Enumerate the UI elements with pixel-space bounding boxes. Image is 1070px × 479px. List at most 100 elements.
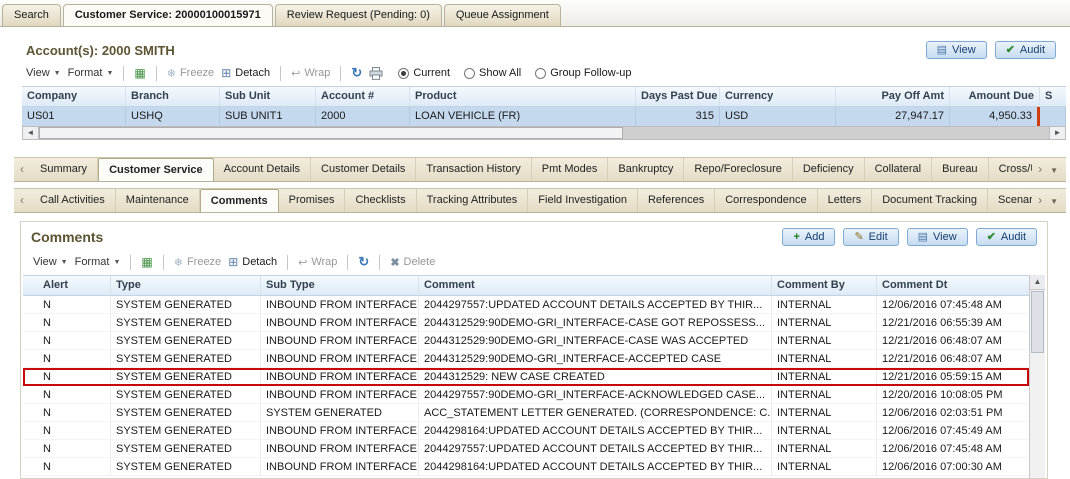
view-button[interactable]: ▤ View xyxy=(906,228,968,246)
comments-col-comment[interactable]: Comment xyxy=(419,276,772,295)
account-cell-branch: USHQ xyxy=(126,107,220,126)
tabs-scroll-right-icon[interactable]: › xyxy=(1032,158,1048,181)
subtabs-scroll-right-icon[interactable]: › xyxy=(1032,189,1048,212)
comment-row[interactable]: N SYSTEM GENERATED INBOUND FROM INTERFACE 2… xyxy=(23,440,1029,458)
comment-row[interactable]: N SYSTEM GENERATED INBOUND FROM INTERFACE 2… xyxy=(23,458,1029,476)
service-tab-summary[interactable]: Summary xyxy=(30,158,99,181)
comments-wrap-button[interactable]: ↩ Wrap xyxy=(298,256,337,269)
horizontal-scrollbar-thumb[interactable] xyxy=(39,127,623,139)
delete-button[interactable]: ✖ Delete xyxy=(390,256,435,269)
subtab-comments[interactable]: Comments xyxy=(199,189,279,212)
account-cell-account: 2000 xyxy=(316,107,410,126)
comments-view-menu[interactable]: View ▼ xyxy=(33,256,68,268)
comments-col-comment-by[interactable]: Comment By xyxy=(772,276,877,295)
account-col-currency[interactable]: Currency xyxy=(720,87,836,106)
comments-col-alert[interactable]: Alert xyxy=(23,276,111,295)
comment-row-highlighted[interactable]: N SYSTEM GENERATED INBOUND FROM INTERFACE 2… xyxy=(23,368,1029,386)
subtab-scenario-an[interactable]: Scenario An xyxy=(988,189,1032,212)
comments-detach-label: Detach xyxy=(242,256,278,268)
service-tab-cross-up-sell-ac[interactable]: Cross/Up Sell Ac xyxy=(989,158,1033,181)
comments-col-comment-dt[interactable]: Comment Dt xyxy=(877,276,1029,295)
comments-detach-button[interactable]: ⊞ Detach xyxy=(228,255,277,269)
account-col-sub-unit[interactable]: Sub Unit xyxy=(220,87,316,106)
comment-row[interactable]: N SYSTEM GENERATED INBOUND FROM INTERFACE 2… xyxy=(23,332,1029,350)
comments-refresh-icon[interactable]: ↻ xyxy=(358,254,369,270)
comments-format-menu[interactable]: Format ▼ xyxy=(75,256,121,268)
account-col-s[interactable]: S xyxy=(1040,87,1066,106)
comments-subtabs: Call Activities Maintenance Comments Promis… xyxy=(30,189,1032,212)
account-cell-s xyxy=(1040,107,1066,126)
service-tab-bankruptcy[interactable]: Bankruptcy xyxy=(608,158,685,181)
service-tab-deficiency[interactable]: Deficiency xyxy=(793,158,865,181)
format-menu[interactable]: Format ▼ xyxy=(68,67,114,79)
scroll-left-icon[interactable]: ◄ xyxy=(23,127,39,139)
comment-row[interactable]: N SYSTEM GENERATED INBOUND FROM INTERFACE 2… xyxy=(23,296,1029,314)
edit-button[interactable]: ✎ Edit xyxy=(843,228,899,246)
wrap-button[interactable]: ↩ Wrap xyxy=(291,67,330,80)
vertical-scrollbar-thumb[interactable] xyxy=(1031,291,1044,353)
add-button[interactable]: + Add xyxy=(782,228,836,246)
freeze-button[interactable]: ❄ Freeze xyxy=(167,67,214,80)
main-tab-queue-assignment[interactable]: Queue Assignment xyxy=(443,4,561,26)
export-icon[interactable]: ▦ xyxy=(134,66,145,80)
account-col-product[interactable]: Product xyxy=(410,87,636,106)
account-col-company[interactable]: Company xyxy=(22,87,126,106)
subtab-document-tracking[interactable]: Document Tracking xyxy=(872,189,988,212)
account-row[interactable]: US01 USHQ SUB UNIT1 2000 LOAN VEHICLE (FR) 31… xyxy=(22,107,1066,126)
service-tab-repo-foreclosure[interactable]: Repo/Foreclosure xyxy=(684,158,793,181)
subtab-maintenance[interactable]: Maintenance xyxy=(116,189,200,212)
subtab-correspondence[interactable]: Correspondence xyxy=(715,189,818,212)
service-tab-pmt-modes[interactable]: Pmt Modes xyxy=(532,158,609,181)
subtab-references[interactable]: References xyxy=(638,189,716,212)
subtab-field-investigation[interactable]: Field Investigation xyxy=(528,189,638,212)
subtab-tracking-attributes[interactable]: Tracking Attributes xyxy=(417,189,529,212)
detach-label: Detach xyxy=(235,67,271,79)
service-tab-transaction-history[interactable]: Transaction History xyxy=(416,158,532,181)
view-menu[interactable]: View ▼ xyxy=(26,67,61,79)
service-tab-collateral[interactable]: Collateral xyxy=(865,158,933,181)
tabs-scroll-left-icon[interactable]: ‹ xyxy=(14,158,30,181)
account-col-account[interactable]: Account # xyxy=(316,87,410,106)
service-tab-customer-details[interactable]: Customer Details xyxy=(311,158,417,181)
audit-button[interactable]: ✔ Audit xyxy=(975,228,1037,246)
comment-row[interactable]: N SYSTEM GENERATED INBOUND FROM INTERFACE 2… xyxy=(23,314,1029,332)
comments-col-sub-type[interactable]: Sub Type xyxy=(261,276,419,295)
account-audit-button[interactable]: ✔ Audit xyxy=(994,41,1056,59)
horizontal-scrollbar-track[interactable] xyxy=(623,127,1049,139)
service-tab-customer-service[interactable]: Customer Service xyxy=(98,158,214,181)
filter-group-follow-up[interactable]: Group Follow-up xyxy=(535,67,632,79)
account-col-amount-due[interactable]: Amount Due xyxy=(950,87,1040,106)
comment-row[interactable]: N SYSTEM GENERATED INBOUND FROM INTERFACE 2… xyxy=(23,350,1029,368)
comment-row[interactable]: N SYSTEM GENERATED SYSTEM GENERATED ACC_STA… xyxy=(23,404,1029,422)
comment-row[interactable]: N SYSTEM GENERATED INBOUND FROM INTERFACE 2… xyxy=(23,386,1029,404)
subtab-checklists[interactable]: Checklists xyxy=(345,189,417,212)
tabs-overflow-icon[interactable]: ▼ xyxy=(1048,158,1066,181)
main-tab-search[interactable]: Search xyxy=(2,4,61,26)
comments-col-type[interactable]: Type xyxy=(111,276,261,295)
filter-label: Show All xyxy=(479,67,522,79)
subtab-call-activities[interactable]: Call Activities xyxy=(30,189,116,212)
account-col-pay-off-amt[interactable]: Pay Off Amt xyxy=(836,87,950,106)
comments-freeze-button[interactable]: ❄ Freeze xyxy=(174,256,221,269)
comment-dt: 12/06/2016 07:45:48 AM xyxy=(877,296,1029,314)
subtab-letters[interactable]: Letters xyxy=(818,189,873,212)
main-tab-review-request-pending-0[interactable]: Review Request (Pending: 0) xyxy=(274,4,442,26)
service-tab-bureau[interactable]: Bureau xyxy=(932,158,989,181)
detach-button[interactable]: ⊞ Detach xyxy=(221,66,270,80)
comment-row[interactable]: N SYSTEM GENERATED INBOUND FROM INTERFACE 2… xyxy=(23,422,1029,440)
account-view-button[interactable]: ▤ View xyxy=(925,41,987,59)
filter-current[interactable]: Current xyxy=(398,67,450,79)
main-tab-customer-service-20000100015971[interactable]: Customer Service: 20000100015971 xyxy=(62,4,273,26)
account-col-branch[interactable]: Branch xyxy=(126,87,220,106)
subtabs-overflow-icon[interactable]: ▼ xyxy=(1048,189,1066,212)
service-tab-account-details[interactable]: Account Details xyxy=(214,158,312,181)
account-col-days-past-due[interactable]: Days Past Due xyxy=(636,87,720,106)
scroll-up-icon[interactable]: ▲ xyxy=(1030,275,1045,290)
printer-icon[interactable] xyxy=(369,66,383,80)
scroll-right-icon[interactable]: ► xyxy=(1049,127,1065,139)
filter-show-all[interactable]: Show All xyxy=(464,67,521,79)
refresh-icon[interactable]: ↻ xyxy=(351,65,362,81)
subtab-promises[interactable]: Promises xyxy=(279,189,346,212)
subtabs-scroll-left-icon[interactable]: ‹ xyxy=(14,189,30,212)
comments-export-icon[interactable]: ▦ xyxy=(141,255,152,269)
